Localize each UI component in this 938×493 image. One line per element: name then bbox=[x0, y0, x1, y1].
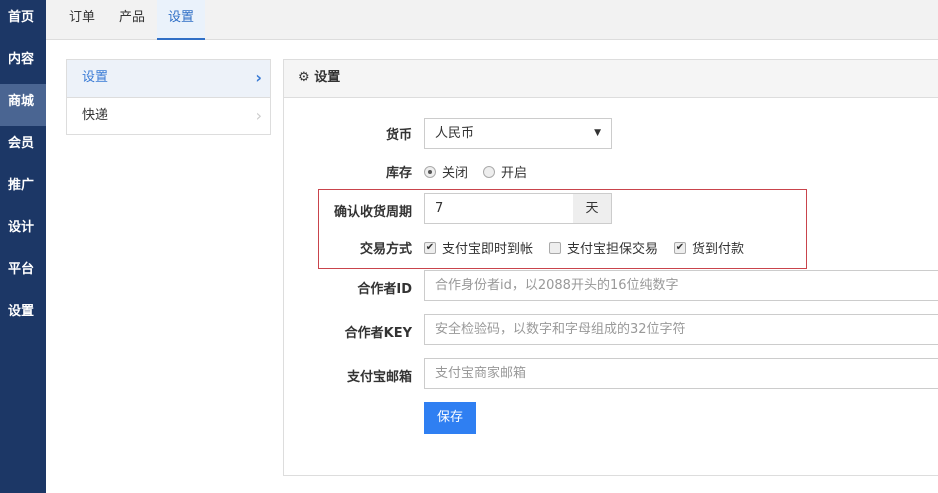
panel-header: ⚙ 设置 bbox=[284, 60, 938, 98]
radio-checked[interactable] bbox=[424, 165, 436, 178]
gear-icon: ⚙ bbox=[298, 70, 310, 85]
submenu-label: 设置 bbox=[82, 70, 109, 85]
sidebar-item-design[interactable]: 设计 bbox=[0, 210, 46, 252]
stock-label: 库存 bbox=[385, 166, 412, 181]
trade-option-instant[interactable]: ✔ 支付宝即时到帐 bbox=[424, 238, 533, 257]
partner-id-label: 合作者ID bbox=[357, 282, 412, 297]
submenu: 设置 › 快递 › bbox=[66, 59, 271, 135]
sidebar-item-home[interactable]: 首页 bbox=[0, 0, 46, 42]
partner-id-input[interactable]: 合作身份者id，以2088开头的16位纯数字 bbox=[424, 270, 938, 301]
unit-addon: 天 bbox=[573, 193, 612, 224]
sidebar-item-mall[interactable]: 商城 bbox=[0, 84, 46, 126]
alipay-email-input[interactable]: 支付宝商家邮箱 bbox=[424, 358, 938, 389]
partner-key-label: 合作者KEY bbox=[344, 326, 412, 341]
currency-value: 人民币 bbox=[435, 126, 475, 141]
trade-label: 交易方式 bbox=[359, 242, 412, 257]
tab-products[interactable]: 产品 bbox=[107, 0, 157, 40]
save-button[interactable]: 保存 bbox=[424, 402, 476, 434]
panel-title: 设置 bbox=[314, 70, 341, 85]
currency-select[interactable]: 人民币 ▼ bbox=[424, 118, 612, 149]
submenu-item-settings[interactable]: 设置 › bbox=[67, 60, 270, 97]
sidebar-item-members[interactable]: 会员 bbox=[0, 126, 46, 168]
checkbox-checked[interactable]: ✔ bbox=[424, 241, 436, 254]
chevron-right-icon: › bbox=[255, 68, 262, 87]
top-tabs: 订单 产品 设置 bbox=[46, 0, 938, 40]
sidebar-item-promotion[interactable]: 推广 bbox=[0, 168, 46, 210]
currency-label: 货币 bbox=[385, 128, 412, 143]
partner-key-input[interactable]: 安全检验码，以数字和字母组成的32位字符 bbox=[424, 314, 938, 345]
trade-option-escrow[interactable]: 支付宝担保交易 bbox=[549, 238, 658, 257]
tab-settings[interactable]: 设置 bbox=[157, 0, 205, 40]
trade-option-cod[interactable]: ✔ 货到付款 bbox=[674, 238, 744, 257]
submenu-label: 快递 bbox=[82, 108, 109, 123]
option-label: 支付宝即时到帐 bbox=[442, 242, 534, 257]
submenu-item-express[interactable]: 快递 › bbox=[67, 97, 270, 134]
sidebar-item-platform[interactable]: 平台 bbox=[0, 252, 46, 294]
stock-option-on[interactable]: 开启 bbox=[483, 162, 527, 181]
option-label: 支付宝担保交易 bbox=[567, 242, 659, 257]
sidebar-item-settings[interactable]: 设置 bbox=[0, 294, 46, 336]
chevron-right-icon: › bbox=[255, 106, 262, 125]
option-label: 开启 bbox=[501, 166, 528, 181]
tab-orders[interactable]: 订单 bbox=[57, 0, 107, 40]
caret-down-icon: ▼ bbox=[594, 128, 601, 138]
sidebar-item-content[interactable]: 内容 bbox=[0, 42, 46, 84]
radio-unchecked[interactable] bbox=[483, 165, 495, 178]
option-label: 关闭 bbox=[442, 166, 469, 181]
option-label: 货到付款 bbox=[692, 242, 745, 257]
sidebar: 首页 内容 商城 会员 推广 设计 平台 设置 bbox=[0, 0, 46, 493]
alipay-email-label: 支付宝邮箱 bbox=[346, 370, 412, 385]
checkbox-checked[interactable]: ✔ bbox=[674, 241, 686, 254]
confirm-period-input[interactable]: 7 bbox=[424, 193, 574, 224]
confirm-period-label: 确认收货周期 bbox=[333, 205, 412, 220]
checkbox-unchecked[interactable] bbox=[549, 241, 561, 254]
stock-option-off[interactable]: 关闭 bbox=[424, 162, 468, 181]
